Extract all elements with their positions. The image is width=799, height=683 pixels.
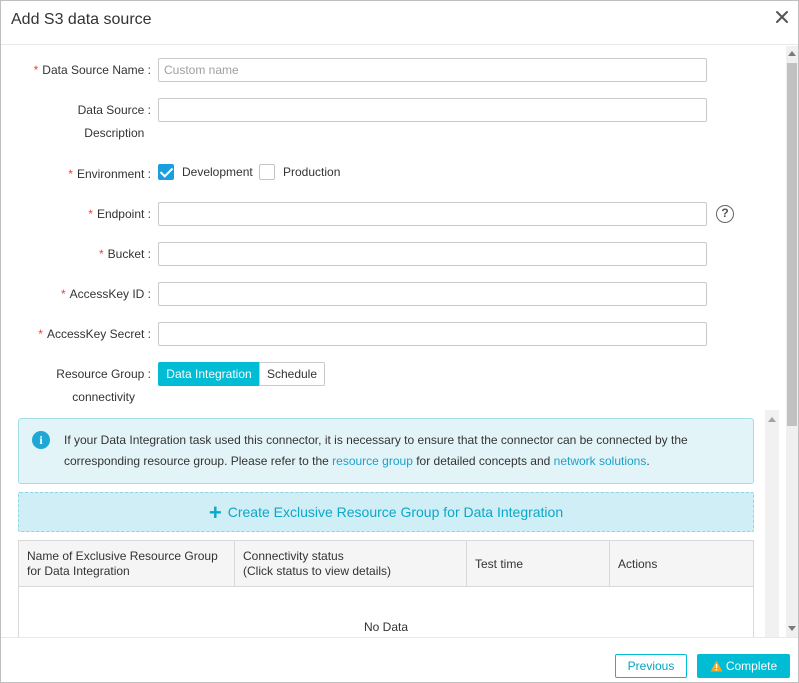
required-mark: * — [68, 167, 73, 181]
table-header: Name of Exclusive Resource Group for Data… — [19, 541, 753, 587]
dialog-footer: Previous Complete — [1, 637, 798, 682]
scroll-up-arrow-icon[interactable] — [788, 51, 796, 56]
scrollbar-thumb[interactable] — [787, 63, 797, 426]
inner-scrollbar[interactable] — [765, 410, 779, 637]
empty-state-text: No Data — [363, 620, 409, 634]
tab-data-integration[interactable]: Data Integration — [158, 362, 260, 386]
column-header-connectivity: Connectivity status (Click status to view… — [235, 541, 467, 587]
bucket-input[interactable] — [158, 242, 707, 266]
info-circle-icon: i — [32, 431, 50, 449]
description-input[interactable] — [158, 98, 707, 122]
environment-label: * Environment : — [68, 167, 151, 181]
bucket-label: * Bucket : — [98, 247, 151, 261]
required-mark: * — [88, 207, 93, 221]
previous-button[interactable]: Previous — [615, 654, 687, 678]
column-header-name: Name of Exclusive Resource Group for Data… — [19, 541, 235, 587]
column-header-actions: Actions — [618, 556, 658, 571]
add-data-source-dialog: Add S3 data source *Data Source Name : D… — [0, 0, 799, 683]
tab-schedule[interactable]: Schedule — [259, 362, 325, 386]
scroll-up-arrow-icon[interactable] — [768, 417, 776, 422]
question-circle-icon[interactable]: ? — [716, 205, 734, 223]
accesskey-id-input[interactable] — [158, 282, 707, 306]
resource-group-label: Resource Group : connectivity — [56, 367, 151, 404]
column-header-test-time: Test time — [467, 541, 610, 587]
development-label: Development — [182, 165, 253, 179]
accesskey-id-label: * AccessKey ID : — [60, 287, 151, 301]
required-mark: * — [60, 287, 66, 301]
warning-icon — [710, 660, 723, 672]
dialog-scrollbar[interactable] — [786, 46, 798, 637]
resource-group-link[interactable]: resource group — [332, 454, 413, 468]
production-checkbox[interactable] — [259, 164, 275, 180]
required-mark: * — [33, 63, 39, 77]
name-label: * Data Source Name : — [33, 63, 151, 77]
accesskey-secret-input[interactable] — [158, 322, 707, 346]
info-notice: i If your Data Integration task used thi… — [18, 418, 754, 484]
data-source-name-input[interactable] — [158, 58, 707, 82]
required-mark: * — [38, 327, 43, 341]
scroll-down-arrow-icon[interactable] — [788, 626, 796, 631]
dialog-title: Add S3 data source — [11, 11, 152, 28]
required-mark: * — [98, 247, 104, 261]
endpoint-input[interactable] — [158, 202, 707, 226]
info-text: If your Data Integration task used this … — [64, 433, 688, 468]
accesskey-secret-label: * AccessKey Secret : — [38, 327, 151, 341]
dialog-header: Add S3 data source — [1, 1, 798, 45]
close-icon[interactable] — [774, 8, 790, 26]
development-checkbox[interactable] — [158, 164, 174, 180]
create-resource-group-button[interactable]: + Create Exclusive Resource Group for Dat… — [18, 492, 754, 532]
complete-button[interactable]: Complete — [697, 654, 790, 678]
plus-icon: + — [208, 500, 222, 525]
network-solutions-link[interactable]: network solutions — [554, 454, 647, 468]
resource-group-table: Name of Exclusive Resource Group for Data… — [18, 540, 754, 638]
endpoint-label: * Endpoint : — [88, 207, 151, 221]
production-label: Production — [283, 165, 341, 179]
description-label: Data Source : Description — [77, 103, 151, 140]
